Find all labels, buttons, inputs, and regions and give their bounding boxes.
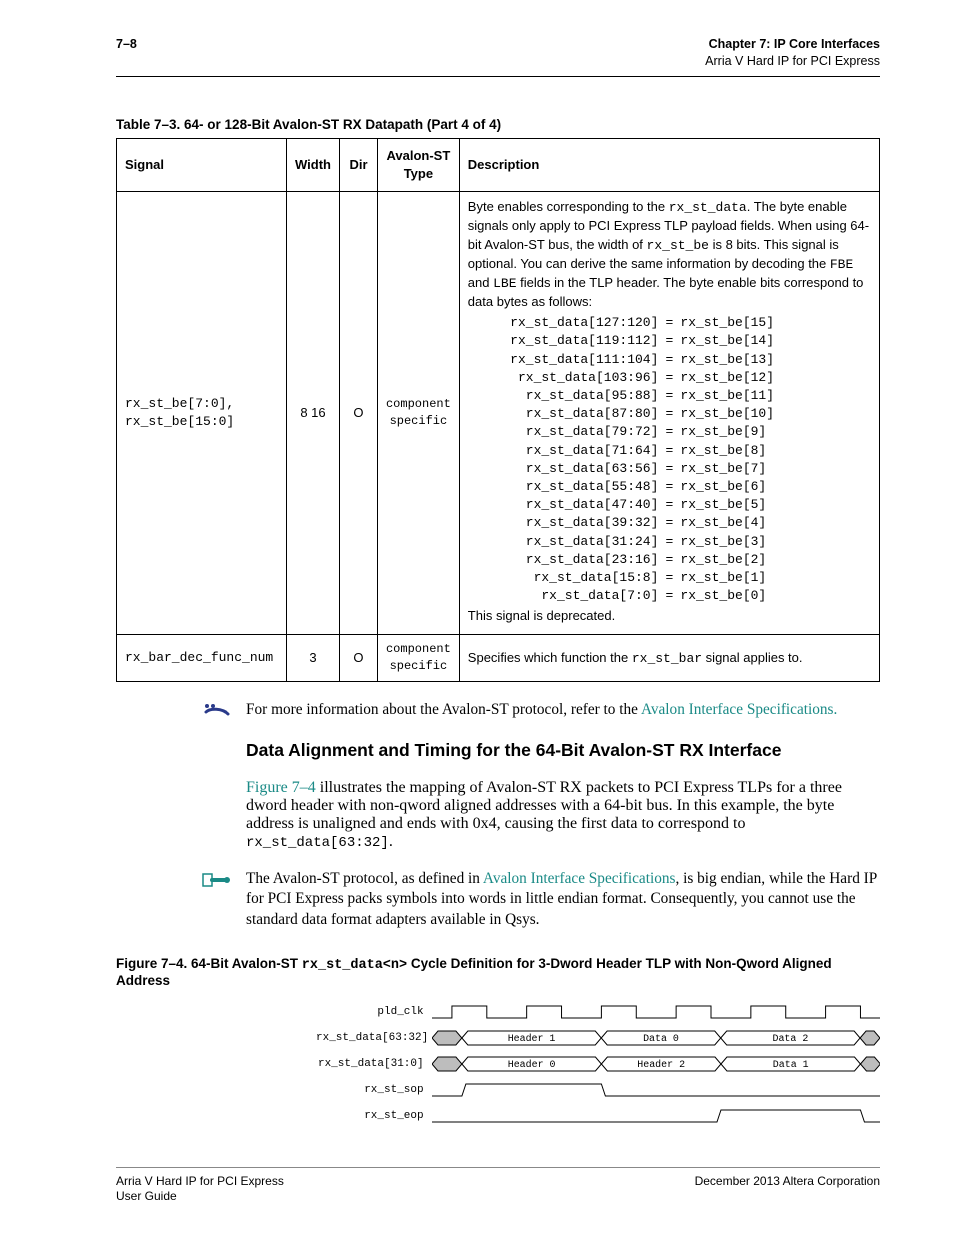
- lane-clk: pld_clk: [316, 1002, 880, 1022]
- avtype-cell: component specific: [377, 192, 459, 635]
- dir-cell: O: [339, 192, 377, 635]
- lane-eop: rx_st_eop: [316, 1106, 880, 1126]
- mapping-item: rx_st_data[55:48]=rx_st_be[6]: [468, 478, 871, 496]
- mapping-item: rx_st_data[7:0]=rx_st_be[0]: [468, 587, 871, 605]
- rx-datapath-table: Signal Width Dir Avalon-ST Type Descript…: [116, 138, 880, 682]
- footer-doc-sub: User Guide: [116, 1189, 284, 1205]
- intro-para: Figure 7–4 illustrates the mapping of Av…: [246, 779, 880, 851]
- note-text: The Avalon-ST protocol, as defined in Av…: [246, 869, 880, 930]
- mapping-item: rx_st_data[15:8]=rx_st_be[1]: [468, 569, 871, 587]
- lane-sop: rx_st_sop: [316, 1080, 880, 1100]
- mapping-item: rx_st_data[39:32]=rx_st_be[4]: [468, 514, 871, 532]
- svg-text:Header 1: Header 1: [508, 1033, 556, 1044]
- mapping-item: rx_st_data[111:104]=rx_st_be[13]: [468, 351, 871, 369]
- note-block: The Avalon-ST protocol, as defined in Av…: [116, 869, 880, 930]
- avalon-spec-link[interactable]: Avalon Interface Specifications: [483, 870, 676, 887]
- mapping-item: rx_st_data[63:56]=rx_st_be[7]: [468, 460, 871, 478]
- svg-text:Header 2: Header 2: [637, 1059, 685, 1070]
- page-number: 7–8: [116, 36, 137, 53]
- figure-caption: Figure 7–4. 64-Bit Avalon-ST rx_st_data<…: [116, 956, 880, 988]
- svg-text:Data 0: Data 0: [643, 1033, 679, 1044]
- section-heading: Data Alignment and Timing for the 64-Bit…: [246, 740, 880, 761]
- running-footer: Arria V Hard IP for PCI Express User Gui…: [116, 1167, 880, 1205]
- svg-text:Header 0: Header 0: [507, 1059, 555, 1070]
- table-caption: Table 7–3. 64- or 128-Bit Avalon-ST RX D…: [116, 117, 880, 132]
- avalon-spec-link[interactable]: Avalon Interface Specifications.: [641, 701, 837, 718]
- description-cell: Specifies which function the rx_st_bar s…: [459, 635, 879, 682]
- table-header-row: Signal Width Dir Avalon-ST Type Descript…: [117, 138, 880, 191]
- lane-data-lo: rx_st_data[31:0] Header 0Header 2Data 1: [316, 1054, 880, 1074]
- footer-date: December 2013 Altera Corporation: [695, 1174, 880, 1205]
- avtype-cell: component specific: [377, 635, 459, 682]
- reference-text: For more information about the Avalon-ST…: [246, 700, 880, 720]
- desc-para: Byte enables corresponding to the rx_st_…: [468, 198, 871, 311]
- signal-cell: rx_st_be[7:0], rx_st_be[15:0]: [117, 192, 287, 635]
- header-rule: [116, 76, 880, 77]
- table-row: rx_bar_dec_func_num 3 O component specif…: [117, 635, 880, 682]
- svg-text:Data 2: Data 2: [773, 1033, 809, 1044]
- mapping-item: rx_st_data[31:24]=rx_st_be[3]: [468, 533, 871, 551]
- mapping-item: rx_st_data[23:16]=rx_st_be[2]: [468, 551, 871, 569]
- mapping-item: rx_st_data[127:120]=rx_st_be[15]: [468, 314, 871, 332]
- mapping-item: rx_st_data[119:112]=rx_st_be[14]: [468, 332, 871, 350]
- mapping-item: rx_st_data[103:96]=rx_st_be[12]: [468, 369, 871, 387]
- signal-cell: rx_bar_dec_func_num: [117, 635, 287, 682]
- timing-diagram: pld_clk rx_st_data[63:32] Header 1Data 0…: [316, 1002, 880, 1126]
- chapter-title: Chapter 7: IP Core Interfaces: [705, 36, 880, 53]
- col-desc: Description: [459, 138, 879, 191]
- mapping-item: rx_st_data[79:72]=rx_st_be[9]: [468, 423, 871, 441]
- width-cell: 8 16: [287, 192, 340, 635]
- table-row: rx_st_be[7:0], rx_st_be[15:0] 8 16 O com…: [117, 192, 880, 635]
- svg-text:Data 1: Data 1: [772, 1059, 808, 1070]
- byte-enable-mapping: rx_st_data[127:120]=rx_st_be[15]rx_st_da…: [468, 314, 871, 605]
- pointing-hand-icon: [202, 871, 232, 889]
- width-cell: 3: [287, 635, 340, 682]
- signal-waveform: [432, 1106, 880, 1126]
- clock-waveform: [432, 1002, 880, 1022]
- mapping-item: rx_st_data[95:88]=rx_st_be[11]: [468, 387, 871, 405]
- reference-icon: [202, 702, 232, 718]
- footer-doc-title: Arria V Hard IP for PCI Express: [116, 1174, 284, 1190]
- chapter-subtitle: Arria V Hard IP for PCI Express: [705, 53, 880, 70]
- description-cell: Byte enables corresponding to the rx_st_…: [459, 192, 879, 635]
- reference-block: For more information about the Avalon-ST…: [116, 700, 880, 720]
- signal-waveform: [432, 1080, 880, 1100]
- figure-ref-link[interactable]: Figure 7–4: [246, 779, 316, 796]
- mapping-item: rx_st_data[71:64]=rx_st_be[8]: [468, 442, 871, 460]
- bus-waveform: Header 1 Data 0 Data 2: [432, 1028, 880, 1048]
- bus-waveform: Header 0 Header 2 Data 1: [432, 1054, 880, 1074]
- col-width: Width: [287, 138, 340, 191]
- col-avtype: Avalon-ST Type: [377, 138, 459, 191]
- deprecated-note: This signal is deprecated.: [468, 607, 871, 625]
- mapping-item: rx_st_data[47:40]=rx_st_be[5]: [468, 496, 871, 514]
- col-dir: Dir: [339, 138, 377, 191]
- col-signal: Signal: [117, 138, 287, 191]
- mapping-item: rx_st_data[87:80]=rx_st_be[10]: [468, 405, 871, 423]
- lane-data-hi: rx_st_data[63:32] Header 1Data 0Data 2: [316, 1028, 880, 1048]
- running-header: 7–8 Chapter 7: IP Core Interfaces Arria …: [116, 36, 880, 76]
- dir-cell: O: [339, 635, 377, 682]
